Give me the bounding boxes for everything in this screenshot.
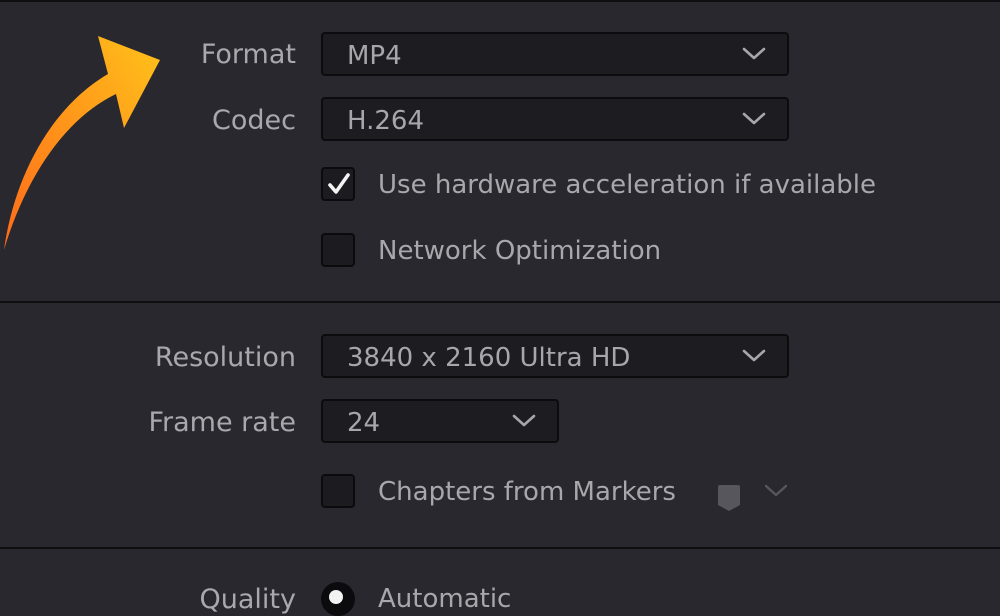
resolution-label: Resolution [154, 342, 296, 373]
section-divider [0, 301, 1000, 303]
chevron-down-icon[interactable] [764, 484, 788, 498]
marker-tag-icon[interactable] [716, 483, 742, 513]
frame-rate-label: Frame rate [148, 407, 296, 438]
chapters-from-markers-label: Chapters from Markers [378, 477, 676, 507]
hardware-acceleration-checkbox[interactable] [321, 167, 355, 201]
hardware-acceleration-label: Use hardware acceleration if available [378, 170, 876, 200]
codec-value: H.264 [347, 106, 424, 136]
network-optimization-label: Network Optimization [378, 236, 662, 266]
chevron-down-icon [742, 47, 766, 60]
render-settings-panel: Format MP4 Codec H.264 Use hardware acce… [0, 0, 1000, 616]
radio-selected-dot [329, 590, 343, 604]
codec-label: Codec [212, 105, 296, 136]
chevron-down-icon [742, 112, 766, 125]
network-optimization-checkbox[interactable] [321, 233, 355, 267]
chevron-down-icon [742, 349, 766, 362]
format-label: Format [200, 39, 296, 70]
chevron-down-icon [512, 414, 536, 427]
resolution-value: 3840 x 2160 Ultra HD [347, 343, 631, 373]
curved-arrow-icon [4, 36, 160, 250]
chapters-from-markers-checkbox[interactable] [321, 474, 355, 508]
frame-rate-dropdown[interactable]: 24 [321, 399, 559, 443]
checkmark-icon [328, 173, 350, 194]
quality-automatic-radio[interactable] [321, 582, 355, 616]
section-divider [0, 547, 1000, 549]
format-value: MP4 [347, 41, 402, 71]
frame-rate-value: 24 [347, 408, 381, 438]
resolution-dropdown[interactable]: 3840 x 2160 Ultra HD [321, 334, 789, 378]
section-divider-top [0, 0, 1000, 2]
codec-dropdown[interactable]: H.264 [321, 97, 789, 141]
format-dropdown[interactable]: MP4 [321, 32, 789, 76]
quality-automatic-label: Automatic [378, 584, 512, 614]
